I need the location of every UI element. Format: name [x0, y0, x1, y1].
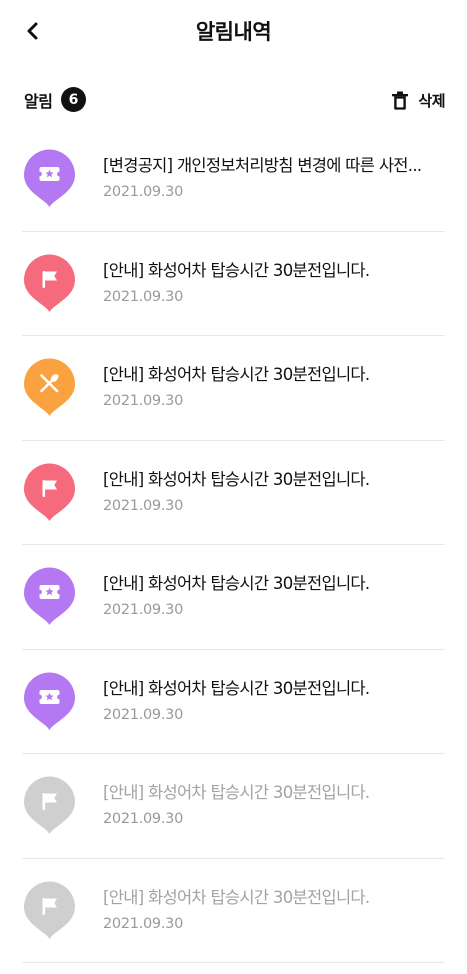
notification-title: [안내] 화성어차 탑승시간 30분전입니다. — [103, 783, 370, 802]
notification-list: [변경공지] 개인정보처리방침 변경에 따른 사전... 2021.09.30 [안… — [0, 127, 467, 963]
notification-date: 2021.09.30 — [103, 497, 184, 514]
notification-title: [안내] 화성어차 탑승시간 30분전입니다. — [103, 887, 370, 907]
delete-button[interactable]: 삭제 — [391, 85, 445, 115]
notification-title: [변경공지] 개인정보처리방침 변경에 따른 사전... — [103, 156, 422, 175]
flag-icon — [23, 463, 76, 523]
notification-date: 2021.09.30 — [103, 184, 184, 200]
flag-icon — [23, 881, 76, 941]
notification-date: 2021.09.30 — [103, 393, 184, 409]
notification-item[interactable]: [안내] 화성어차 탑승시간 30분전입니다. 2021.09.30 — [0, 232, 467, 337]
notification-item[interactable]: [안내] 화성어차 탑승시간 30분전입니다. 2021.09.30 — [0, 754, 467, 859]
ticket-icon — [23, 672, 76, 732]
notification-count-label: 알림 — [24, 92, 53, 111]
notification-item[interactable]: [안내] 화성어차 탑승시간 30분전입니다. 2021.09.30 — [0, 441, 467, 546]
page-title: 알림내역 — [195, 20, 272, 44]
notification-item[interactable]: [안내] 화성어차 탑승시간 30분전입니다. 2021.09.30 — [0, 336, 467, 441]
flag-icon — [23, 254, 76, 314]
notification-title: [안내] 화성어차 탑승시간 30분전입니다. — [103, 678, 370, 698]
notification-title: [안내] 화성어차 탑승시간 30분전입니다. — [103, 365, 370, 384]
ticket-icon — [23, 567, 76, 627]
notification-count-badge: 6 — [61, 87, 86, 112]
notification-title: [안내] 화성어차 탑승시간 30분전입니다. — [103, 469, 370, 489]
notification-date: 2021.09.30 — [103, 811, 184, 827]
notification-date: 2021.09.30 — [103, 288, 184, 305]
notification-item[interactable]: [안내] 화성어차 탑승시간 30분전입니다. 2021.09.30 — [0, 650, 467, 755]
notification-date: 2021.09.30 — [103, 602, 184, 618]
notification-title: [안내] 화성어차 탑승시간 30분전입니다. — [103, 574, 370, 593]
top-bar: 알림내역 — [0, 0, 467, 62]
ticket-icon — [23, 149, 76, 209]
flag-icon — [23, 776, 76, 836]
trash-icon — [391, 90, 409, 110]
notification-item[interactable]: [안내] 화성어차 탑승시간 30분전입니다. 2021.09.30 — [0, 859, 467, 964]
notification-item[interactable]: [안내] 화성어차 탑승시간 30분전입니다. 2021.09.30 — [0, 545, 467, 650]
notification-date: 2021.09.30 — [103, 706, 184, 723]
fork-spoon-icon — [23, 358, 76, 418]
notification-title: [안내] 화성어차 탑승시간 30분전입니다. — [103, 260, 370, 280]
notification-date: 2021.09.30 — [103, 915, 184, 932]
delete-label: 삭제 — [418, 91, 445, 110]
notification-item[interactable]: [변경공지] 개인정보처리방침 변경에 따른 사전... 2021.09.30 — [0, 127, 467, 232]
notification-summary-bar: 알림 6 삭제 — [0, 82, 467, 118]
